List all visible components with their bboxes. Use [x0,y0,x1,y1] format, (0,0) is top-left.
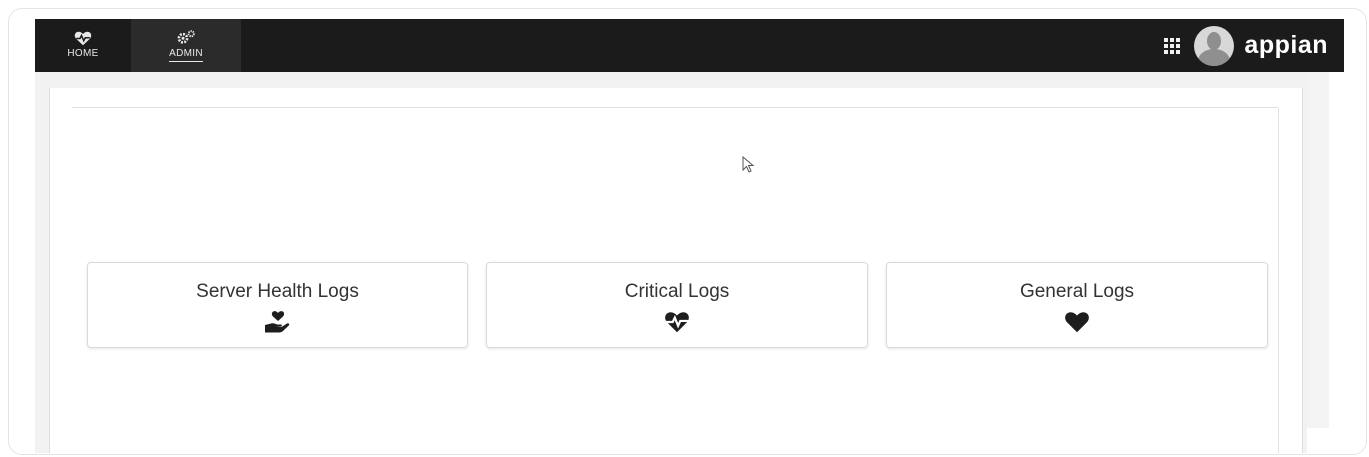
page-scrollbar[interactable] [1307,72,1329,428]
tab-home-label: HOME [67,48,99,59]
card-label: General Logs [1019,281,1135,302]
mouse-cursor-icon [742,155,756,179]
grid-icon[interactable] [1164,37,1181,54]
tab-home[interactable]: HOME [35,19,131,72]
heart-icon [1064,309,1090,335]
heartbeat-icon [664,309,690,335]
cogs-icon [176,30,196,46]
appian-logo[interactable]: appian [1244,31,1328,60]
tab-admin[interactable]: ADMIN [131,19,241,72]
top-navigation-bar: HOME ADMIN appian [35,19,1344,72]
server-health-logs-card[interactable]: Server Health Logs [87,262,468,348]
general-logs-card[interactable]: General Logs [886,262,1268,348]
card-label: Critical Logs [624,281,730,302]
section-divider [72,107,1278,108]
header-actions: appian [1164,19,1344,72]
user-avatar[interactable] [1194,25,1235,66]
hand-holding-heart-icon [264,309,292,335]
critical-logs-card[interactable]: Critical Logs [486,262,868,348]
card-label: Server Health Logs [196,281,359,302]
heartbeat-icon [74,30,92,46]
tab-admin-label: ADMIN [169,48,203,62]
